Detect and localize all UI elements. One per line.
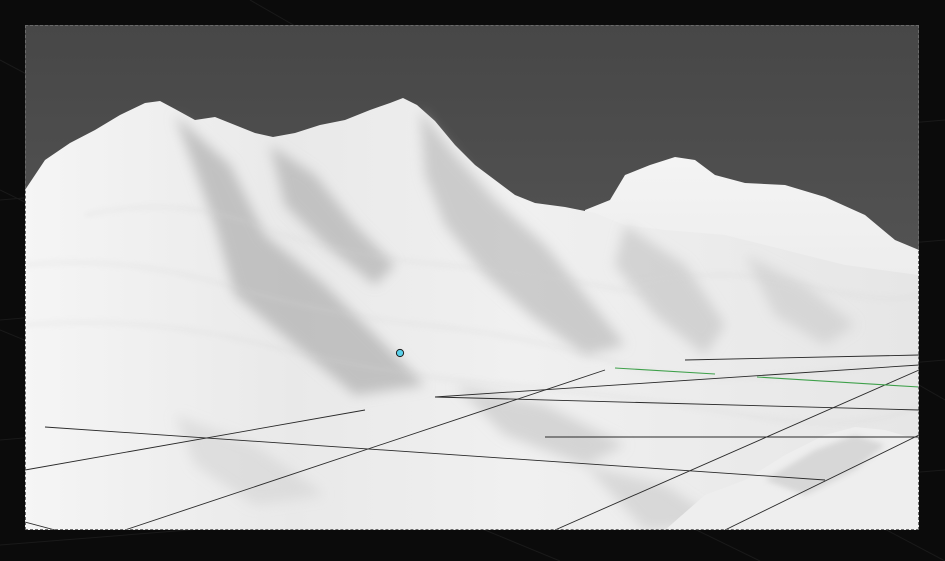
3d-viewport[interactable]: [0, 0, 945, 561]
render-region: [25, 25, 919, 530]
3d-cursor-icon[interactable]: [395, 348, 405, 358]
terrain-render: [25, 98, 919, 530]
